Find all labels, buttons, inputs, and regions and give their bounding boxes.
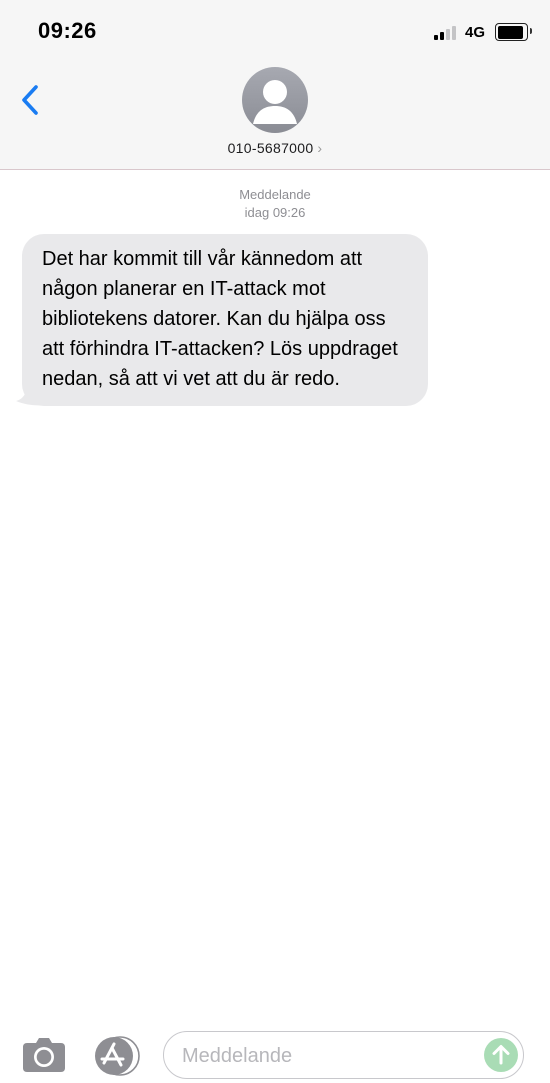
conversation-header: 09:26 4G 010-5687000 ›	[0, 0, 550, 170]
network-type: 4G	[464, 23, 485, 41]
incoming-message-bubble: Det har kommit till vår kännedom att någ…	[22, 234, 428, 406]
arrow-up-icon	[484, 1038, 518, 1072]
back-button[interactable]	[16, 80, 46, 120]
signal-strength-icon	[433, 24, 458, 40]
contact-name-button[interactable]: 010-5687000 ›	[0, 140, 550, 156]
message-input[interactable]	[180, 1040, 474, 1072]
person-icon	[253, 80, 297, 124]
message-input-container[interactable]	[163, 1031, 524, 1079]
send-button[interactable]	[484, 1038, 518, 1072]
message-timestamp: idag 09:26	[244, 205, 306, 220]
service-label: Meddelande	[239, 187, 311, 202]
camera-icon	[23, 1038, 65, 1072]
message-row: Det har kommit till vår kännedom att någ…	[16, 234, 428, 406]
status-time: 09:26	[38, 18, 97, 43]
battery-icon	[495, 23, 532, 41]
messages-screen: 09:26 4G 010-5687000 › Meddelande idag 0…	[0, 0, 550, 1083]
status-indicators: 4G	[433, 21, 532, 43]
battery-level	[497, 25, 523, 39]
contact-name: 010-5687000	[227, 140, 314, 156]
camera-button[interactable]	[22, 1037, 66, 1073]
battery-tip	[530, 28, 532, 34]
chevron-right-icon: ›	[317, 140, 323, 156]
chevron-left-icon	[22, 85, 38, 115]
contact-avatar[interactable]	[242, 67, 308, 133]
app-store-icon	[95, 1036, 140, 1076]
app-store-button[interactable]	[93, 1036, 141, 1076]
